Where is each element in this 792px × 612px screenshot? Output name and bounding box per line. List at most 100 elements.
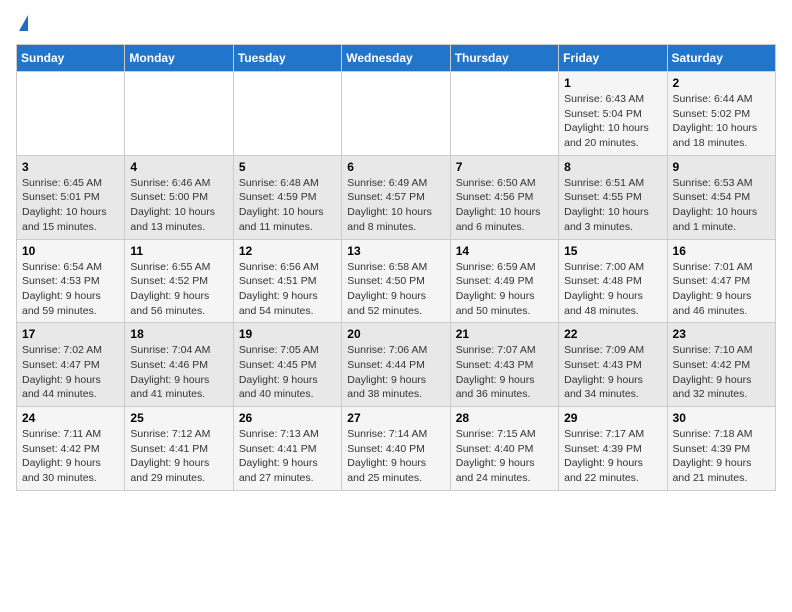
calendar-cell: 7 Sunrise: 6:50 AM Sunset: 4:56 PM Daylig… [450, 155, 558, 239]
day-number: 9 [673, 160, 770, 174]
day-detail: Sunrise: 7:02 AM Sunset: 4:47 PM Dayligh… [22, 343, 119, 402]
day-detail: Sunrise: 7:15 AM Sunset: 4:40 PM Dayligh… [456, 427, 553, 486]
calendar-cell: 30 Sunrise: 7:18 AM Sunset: 4:39 PM Dayli… [667, 407, 775, 491]
calendar-cell: 24 Sunrise: 7:11 AM Sunset: 4:42 PM Dayli… [17, 407, 125, 491]
day-number: 22 [564, 327, 661, 341]
day-detail: Sunrise: 7:14 AM Sunset: 4:40 PM Dayligh… [347, 427, 444, 486]
day-number: 14 [456, 244, 553, 258]
logo [16, 16, 28, 32]
calendar-cell: 12 Sunrise: 6:56 AM Sunset: 4:51 PM Dayli… [233, 239, 341, 323]
calendar-cell: 28Sunrise: 7:15 AM Sunset: 4:40 PM Dayli… [450, 407, 558, 491]
logo-triangle-icon [19, 15, 28, 31]
calendar-week-row: 24 Sunrise: 7:11 AM Sunset: 4:42 PM Dayli… [17, 407, 776, 491]
calendar-cell: 1 Sunrise: 6:43 AM Sunset: 5:04 PM Daylig… [559, 72, 667, 156]
day-detail: Sunrise: 6:43 AM Sunset: 5:04 PM Dayligh… [564, 92, 661, 151]
day-detail: Sunrise: 6:49 AM Sunset: 4:57 PM Dayligh… [347, 176, 444, 235]
day-detail: Sunrise: 6:56 AM Sunset: 4:51 PM Dayligh… [239, 260, 336, 319]
day-detail: Sunrise: 7:04 AM Sunset: 4:46 PM Dayligh… [130, 343, 227, 402]
calendar-cell [125, 72, 233, 156]
calendar-cell: 18 Sunrise: 7:04 AM Sunset: 4:46 PM Dayli… [125, 323, 233, 407]
day-number: 7 [456, 160, 553, 174]
calendar-cell [342, 72, 450, 156]
day-detail: Sunrise: 6:51 AM Sunset: 4:55 PM Dayligh… [564, 176, 661, 235]
header [16, 16, 776, 32]
calendar-cell [233, 72, 341, 156]
day-detail: Sunrise: 7:12 AM Sunset: 4:41 PM Dayligh… [130, 427, 227, 486]
day-detail: Sunrise: 7:00 AM Sunset: 4:48 PM Dayligh… [564, 260, 661, 319]
day-number: 21 [456, 327, 553, 341]
day-detail: Sunrise: 6:44 AM Sunset: 5:02 PM Dayligh… [673, 92, 770, 151]
day-number: 13 [347, 244, 444, 258]
day-detail: Sunrise: 6:55 AM Sunset: 4:52 PM Dayligh… [130, 260, 227, 319]
calendar-cell [450, 72, 558, 156]
calendar-week-row: 3 Sunrise: 6:45 AM Sunset: 5:01 PM Daylig… [17, 155, 776, 239]
calendar-week-row: 17 Sunrise: 7:02 AM Sunset: 4:47 PM Dayli… [17, 323, 776, 407]
day-detail: Sunrise: 7:17 AM Sunset: 4:39 PM Dayligh… [564, 427, 661, 486]
calendar-week-row: 10Sunrise: 6:54 AM Sunset: 4:53 PM Dayli… [17, 239, 776, 323]
weekday-header: Wednesday [342, 45, 450, 72]
calendar-cell: 13 Sunrise: 6:58 AM Sunset: 4:50 PM Dayli… [342, 239, 450, 323]
day-detail: Sunrise: 6:46 AM Sunset: 5:00 PM Dayligh… [130, 176, 227, 235]
day-number: 16 [673, 244, 770, 258]
day-detail: Sunrise: 7:18 AM Sunset: 4:39 PM Dayligh… [673, 427, 770, 486]
day-number: 15 [564, 244, 661, 258]
weekday-header: Thursday [450, 45, 558, 72]
day-number: 10 [22, 244, 119, 258]
day-number: 2 [673, 76, 770, 90]
day-detail: Sunrise: 6:53 AM Sunset: 4:54 PM Dayligh… [673, 176, 770, 235]
calendar-cell: 11 Sunrise: 6:55 AM Sunset: 4:52 PM Dayli… [125, 239, 233, 323]
calendar-cell: 16Sunrise: 7:01 AM Sunset: 4:47 PM Dayli… [667, 239, 775, 323]
calendar-cell: 8 Sunrise: 6:51 AM Sunset: 4:55 PM Daylig… [559, 155, 667, 239]
day-number: 29 [564, 411, 661, 425]
day-number: 20 [347, 327, 444, 341]
calendar-cell: 3 Sunrise: 6:45 AM Sunset: 5:01 PM Daylig… [17, 155, 125, 239]
day-detail: Sunrise: 7:06 AM Sunset: 4:44 PM Dayligh… [347, 343, 444, 402]
day-number: 12 [239, 244, 336, 258]
calendar-cell: 15 Sunrise: 7:00 AM Sunset: 4:48 PM Dayli… [559, 239, 667, 323]
day-number: 30 [673, 411, 770, 425]
calendar-cell: 21Sunrise: 7:07 AM Sunset: 4:43 PM Dayli… [450, 323, 558, 407]
calendar-cell: 20 Sunrise: 7:06 AM Sunset: 4:44 PM Dayli… [342, 323, 450, 407]
weekday-header: Friday [559, 45, 667, 72]
calendar-cell: 9 Sunrise: 6:53 AM Sunset: 4:54 PM Daylig… [667, 155, 775, 239]
calendar-cell: 4 Sunrise: 6:46 AM Sunset: 5:00 PM Daylig… [125, 155, 233, 239]
calendar-cell: 19 Sunrise: 7:05 AM Sunset: 4:45 PM Dayli… [233, 323, 341, 407]
day-detail: Sunrise: 7:05 AM Sunset: 4:45 PM Dayligh… [239, 343, 336, 402]
day-number: 26 [239, 411, 336, 425]
day-detail: Sunrise: 6:58 AM Sunset: 4:50 PM Dayligh… [347, 260, 444, 319]
day-detail: Sunrise: 6:50 AM Sunset: 4:56 PM Dayligh… [456, 176, 553, 235]
day-detail: Sunrise: 6:59 AM Sunset: 4:49 PM Dayligh… [456, 260, 553, 319]
calendar-cell: 2 Sunrise: 6:44 AM Sunset: 5:02 PM Daylig… [667, 72, 775, 156]
calendar-cell [17, 72, 125, 156]
calendar-header-row: SundayMondayTuesdayWednesdayThursdayFrid… [17, 45, 776, 72]
day-number: 1 [564, 76, 661, 90]
day-number: 24 [22, 411, 119, 425]
day-number: 19 [239, 327, 336, 341]
day-detail: Sunrise: 6:48 AM Sunset: 4:59 PM Dayligh… [239, 176, 336, 235]
day-number: 23 [673, 327, 770, 341]
day-number: 27 [347, 411, 444, 425]
calendar-week-row: 1 Sunrise: 6:43 AM Sunset: 5:04 PM Daylig… [17, 72, 776, 156]
day-detail: Sunrise: 7:10 AM Sunset: 4:42 PM Dayligh… [673, 343, 770, 402]
day-detail: Sunrise: 6:45 AM Sunset: 5:01 PM Dayligh… [22, 176, 119, 235]
calendar-cell: 14 Sunrise: 6:59 AM Sunset: 4:49 PM Dayli… [450, 239, 558, 323]
day-number: 3 [22, 160, 119, 174]
day-number: 8 [564, 160, 661, 174]
day-detail: Sunrise: 7:13 AM Sunset: 4:41 PM Dayligh… [239, 427, 336, 486]
calendar-cell: 26 Sunrise: 7:13 AM Sunset: 4:41 PM Dayli… [233, 407, 341, 491]
calendar-cell: 29 Sunrise: 7:17 AM Sunset: 4:39 PM Dayli… [559, 407, 667, 491]
day-number: 6 [347, 160, 444, 174]
day-number: 11 [130, 244, 227, 258]
calendar-cell: 17 Sunrise: 7:02 AM Sunset: 4:47 PM Dayli… [17, 323, 125, 407]
day-detail: Sunrise: 7:09 AM Sunset: 4:43 PM Dayligh… [564, 343, 661, 402]
calendar-cell: 27 Sunrise: 7:14 AM Sunset: 4:40 PM Dayli… [342, 407, 450, 491]
day-number: 4 [130, 160, 227, 174]
calendar-cell: 5Sunrise: 6:48 AM Sunset: 4:59 PM Daylig… [233, 155, 341, 239]
day-detail: Sunrise: 7:11 AM Sunset: 4:42 PM Dayligh… [22, 427, 119, 486]
calendar-cell: 10Sunrise: 6:54 AM Sunset: 4:53 PM Dayli… [17, 239, 125, 323]
calendar-table: SundayMondayTuesdayWednesdayThursdayFrid… [16, 44, 776, 491]
calendar-cell: 22 Sunrise: 7:09 AM Sunset: 4:43 PM Dayli… [559, 323, 667, 407]
day-number: 18 [130, 327, 227, 341]
day-number: 17 [22, 327, 119, 341]
calendar-cell: 25Sunrise: 7:12 AM Sunset: 4:41 PM Dayli… [125, 407, 233, 491]
